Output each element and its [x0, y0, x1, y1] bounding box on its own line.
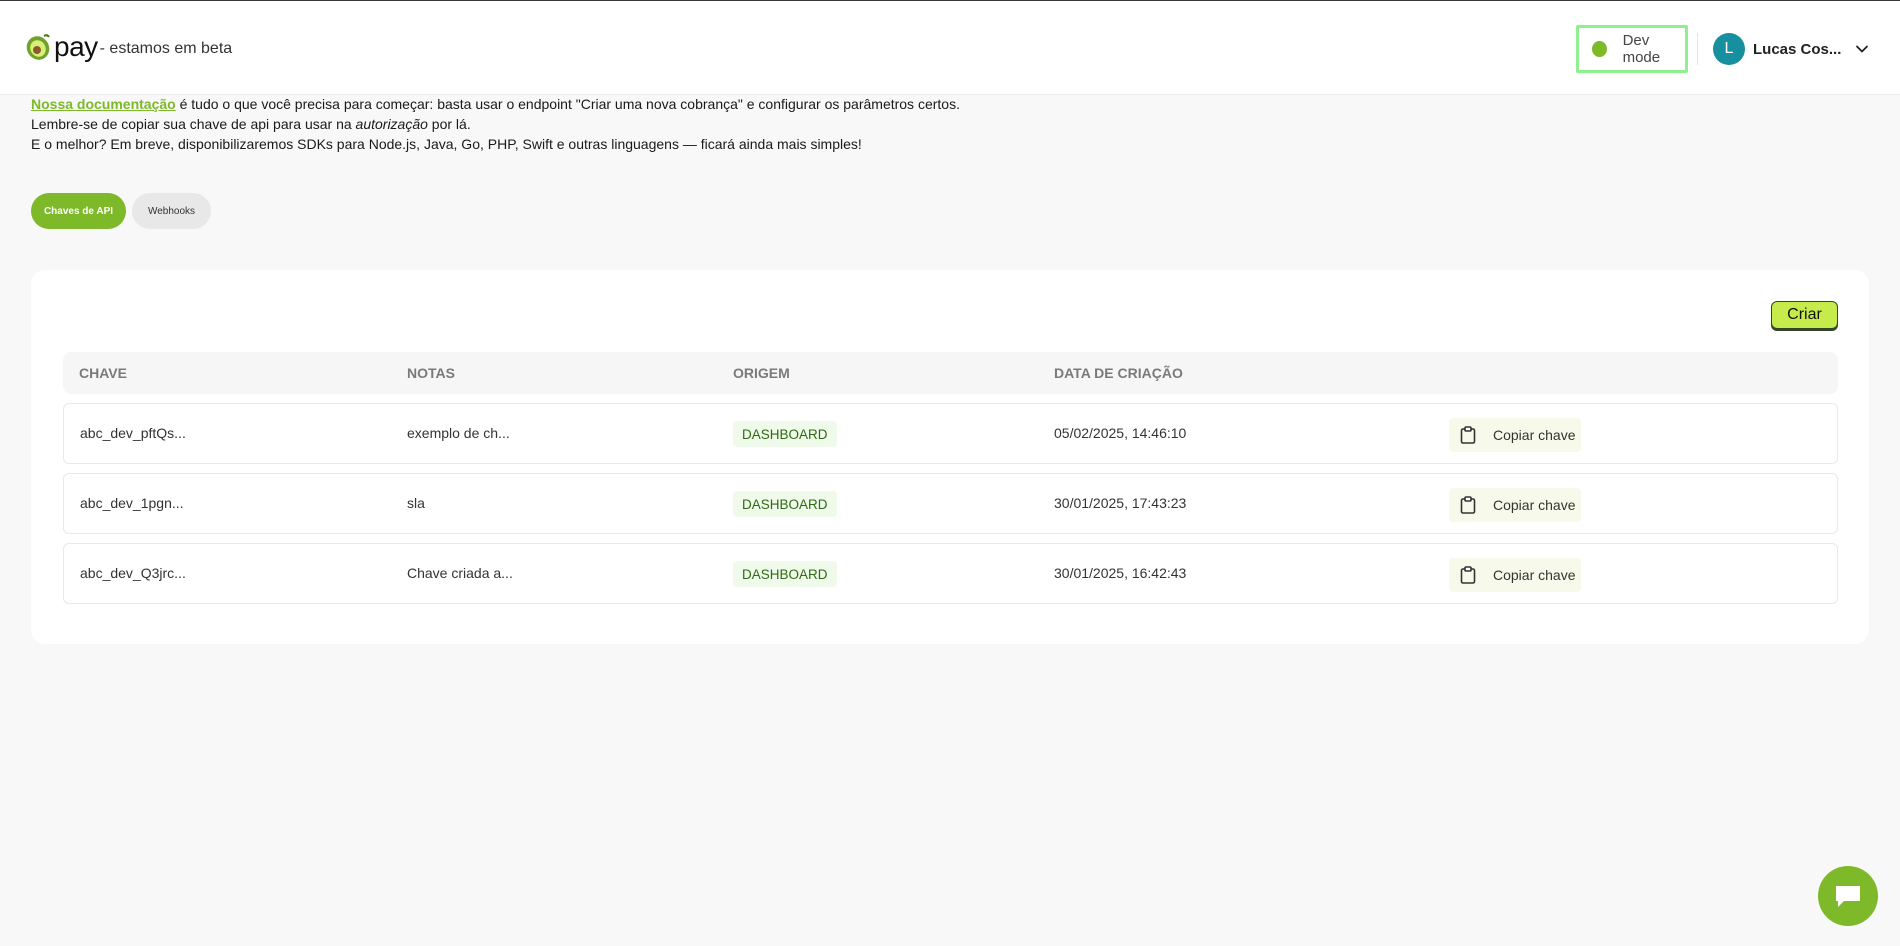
dev-mode-indicator: [1592, 41, 1607, 57]
copy-key-label: Copiar chave: [1493, 427, 1576, 443]
column-header-created: DATA DE CRIAÇÃO: [1054, 365, 1183, 381]
clipboard-icon: [1460, 566, 1476, 584]
tabs: Chaves de API Webhooks: [31, 193, 211, 229]
brand-name: pay: [54, 31, 98, 62]
column-header-key: CHAVE: [79, 365, 127, 381]
origin-badge: DASHBOARD: [733, 561, 837, 587]
intro-line-1-text: é tudo o que você precisa para começar: …: [175, 96, 960, 112]
intro-line-2-em: autorização: [355, 116, 428, 132]
copy-key-label: Copiar chave: [1493, 567, 1576, 583]
column-header-notes: NOTAS: [407, 365, 455, 381]
intro-line-3: E o melhor? Em breve, disponibilizaremos…: [31, 136, 862, 152]
key-cell: abc_dev_1pgn...: [80, 495, 184, 511]
avatar: L: [1713, 33, 1745, 65]
key-cell: abc_dev_Q3jrc...: [80, 565, 186, 581]
clipboard-icon: [1460, 496, 1476, 514]
origin-badge: DASHBOARD: [733, 421, 837, 447]
tab-api-keys[interactable]: Chaves de API: [31, 193, 126, 229]
clipboard-icon: [1460, 426, 1476, 444]
intro-line-1: Nossa documentação é tudo o que você pre…: [31, 94, 960, 114]
tab-webhooks[interactable]: Webhooks: [132, 193, 211, 229]
intro-line-2: Lembre-se de copiar sua chave de api par…: [31, 114, 960, 134]
notes-cell: exemplo de ch...: [407, 425, 510, 441]
created-cell: 30/01/2025, 17:43:23: [1054, 495, 1187, 511]
chevron-down-icon[interactable]: [1855, 42, 1869, 56]
intro-text: Nossa documentação é tudo o que você pre…: [31, 94, 960, 154]
chat-bubble-icon: [1836, 886, 1860, 907]
created-cell: 30/01/2025, 16:42:43: [1054, 565, 1187, 581]
table-header: CHAVE NOTAS ORIGEM DATA DE CRIAÇÃO: [63, 352, 1838, 394]
user-name: Lucas Cos...: [1753, 40, 1842, 58]
dev-mode-label: Dev mode: [1622, 32, 1661, 66]
table-row: abc_dev_Q3jrc... Chave criada a... DASHB…: [63, 543, 1838, 604]
column-header-origin: ORIGEM: [733, 365, 790, 381]
key-cell: abc_dev_pftQs...: [80, 425, 186, 441]
user-menu[interactable]: L Lucas Cos...: [1713, 33, 1869, 65]
avocado-icon: [26, 34, 50, 60]
copy-key-label: Copiar chave: [1493, 497, 1576, 513]
created-cell: 05/02/2025, 14:46:10: [1054, 425, 1187, 441]
dev-mode-toggle[interactable]: Dev mode: [1576, 25, 1688, 73]
create-key-button[interactable]: Criar: [1771, 301, 1838, 329]
brand-tagline: - estamos em beta: [99, 40, 233, 57]
table-row: abc_dev_pftQs... exemplo de ch... DASHBO…: [63, 403, 1838, 464]
documentation-link[interactable]: Nossa documentação: [31, 96, 176, 112]
top-header: pay - estamos em beta Dev mode L Lucas C…: [0, 1, 1900, 95]
copy-key-button[interactable]: Copiar chave: [1449, 418, 1581, 452]
brand-logo[interactable]: pay - estamos em beta: [24, 33, 232, 61]
notes-cell: sla: [407, 495, 425, 511]
intro-line-2-start: Lembre-se de copiar sua chave de api par…: [31, 116, 356, 132]
intro-line-2-end: por lá.: [427, 116, 471, 132]
header-divider: [1697, 33, 1698, 65]
notes-cell: Chave criada a...: [407, 565, 513, 581]
chat-support-button[interactable]: [1818, 866, 1878, 926]
table-row: abc_dev_1pgn... sla DASHBOARD 30/01/2025…: [63, 473, 1838, 534]
copy-key-button[interactable]: Copiar chave: [1449, 488, 1581, 522]
copy-key-button[interactable]: Copiar chave: [1449, 558, 1581, 592]
origin-badge: DASHBOARD: [733, 491, 837, 517]
